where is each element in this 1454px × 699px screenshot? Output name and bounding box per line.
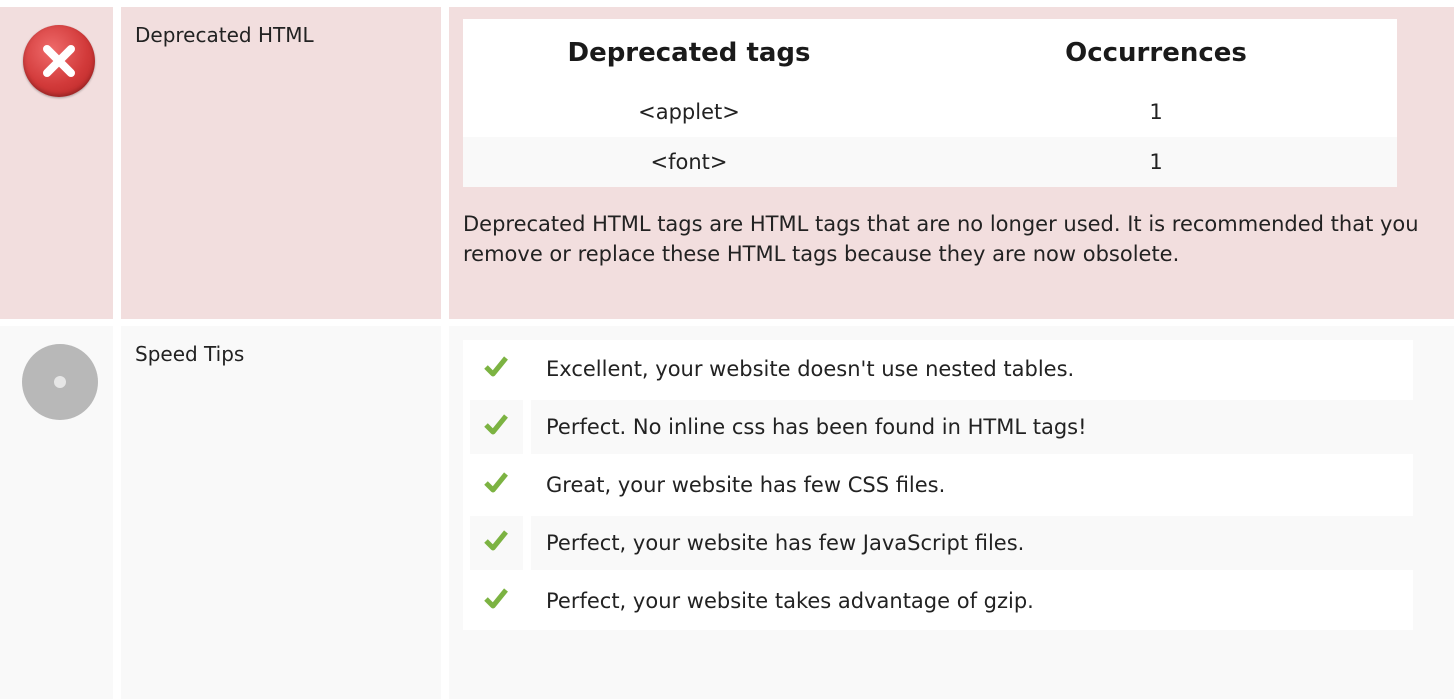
checkmark-icon (470, 458, 523, 512)
label-cell: Speed Tips (121, 326, 441, 699)
table-row: <applet> 1 (463, 87, 1397, 137)
tip-text: Great, your website has few CSS files. (546, 473, 946, 497)
checkmark-icon (470, 342, 523, 396)
deprecated-description: Deprecated HTML tags are HTML tags that … (463, 212, 1419, 266)
count-cell: 1 (1149, 100, 1163, 124)
section-label: Speed Tips (135, 342, 245, 366)
status-cell (0, 7, 113, 319)
checkmark-icon (470, 400, 523, 454)
deprecated-html-section: Deprecated HTML Deprecated tags Occurren… (0, 7, 1454, 319)
error-x-icon (23, 25, 95, 97)
list-item: Excellent, your website doesn't use nest… (463, 340, 1413, 398)
deprecated-tags-table: Deprecated tags Occurrences <applet> 1 <… (463, 19, 1397, 187)
table-row: <font> 1 (463, 137, 1397, 187)
dot-icon (54, 376, 66, 388)
status-cell (0, 326, 113, 699)
neutral-dot-icon (22, 344, 98, 420)
list-item: Perfect, your website takes advantage of… (463, 572, 1413, 630)
tag-cell: <font> (463, 137, 915, 187)
checkmark-icon (470, 516, 523, 570)
checkmark-icon (470, 574, 523, 628)
column-header-tags: Deprecated tags (567, 38, 811, 68)
tag-cell: <applet> (638, 100, 740, 124)
label-cell: Deprecated HTML (121, 7, 441, 319)
tip-text: Perfect. No inline css has been found in… (531, 400, 1413, 454)
content-cell: Deprecated tags Occurrences <applet> 1 <… (449, 7, 1454, 319)
tip-text: Perfect, your website takes advantage of… (546, 589, 1034, 613)
column-header-occurrences: Occurrences (1065, 38, 1247, 68)
content-cell: Excellent, your website doesn't use nest… (449, 326, 1454, 699)
speed-tips-section: Speed Tips Excellent, your website doesn… (0, 326, 1454, 699)
section-label: Deprecated HTML (135, 23, 314, 47)
list-item: Great, your website has few CSS files. (463, 456, 1413, 514)
tip-text: Perfect, your website has few JavaScript… (531, 516, 1413, 570)
tip-text: Excellent, your website doesn't use nest… (546, 357, 1075, 381)
speed-tips-list: Excellent, your website doesn't use nest… (463, 340, 1413, 630)
list-item: Perfect. No inline css has been found in… (463, 398, 1413, 456)
count-cell: 1 (915, 137, 1397, 187)
table-header-row: Deprecated tags Occurrences (463, 19, 1397, 87)
list-item: Perfect, your website has few JavaScript… (463, 514, 1413, 572)
